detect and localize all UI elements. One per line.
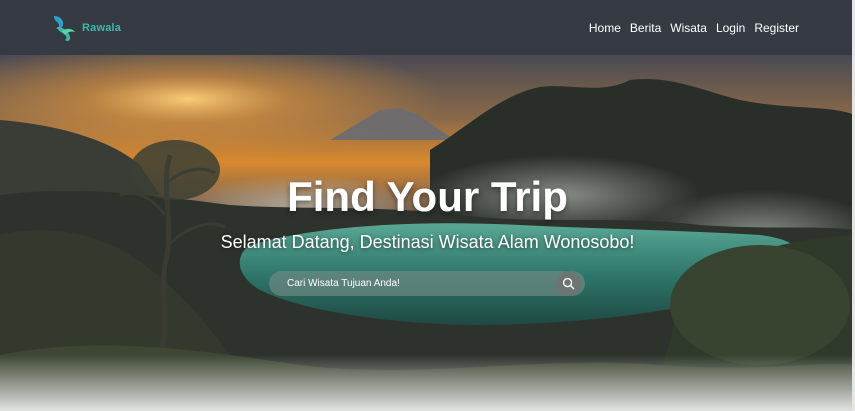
nav-link-login[interactable]: Login <box>716 21 745 35</box>
search-button[interactable] <box>556 271 581 296</box>
search-bar <box>269 271 585 296</box>
navbar: Rawala Home Berita Wisata Login Register <box>0 0 855 55</box>
nav-links: Home Berita Wisata Login Register <box>589 21 799 35</box>
nav-link-berita[interactable]: Berita <box>630 21 661 35</box>
hero-section: Find Your Trip Selamat Datang, Destinasi… <box>0 55 855 411</box>
nav-link-register[interactable]: Register <box>754 21 799 35</box>
brand-name: Rawala <box>82 21 122 34</box>
bird-logo-icon <box>54 15 75 41</box>
brand[interactable]: Rawala <box>50 13 121 43</box>
nav-link-wisata[interactable]: Wisata <box>670 21 707 35</box>
nav-link-home[interactable]: Home <box>589 21 621 35</box>
hero-title: Find Your Trip <box>287 173 568 220</box>
hero-subtitle: Selamat Datang, Destinasi Wisata Alam Wo… <box>220 232 635 252</box>
search-input[interactable] <box>287 271 556 296</box>
search-icon <box>562 277 575 290</box>
